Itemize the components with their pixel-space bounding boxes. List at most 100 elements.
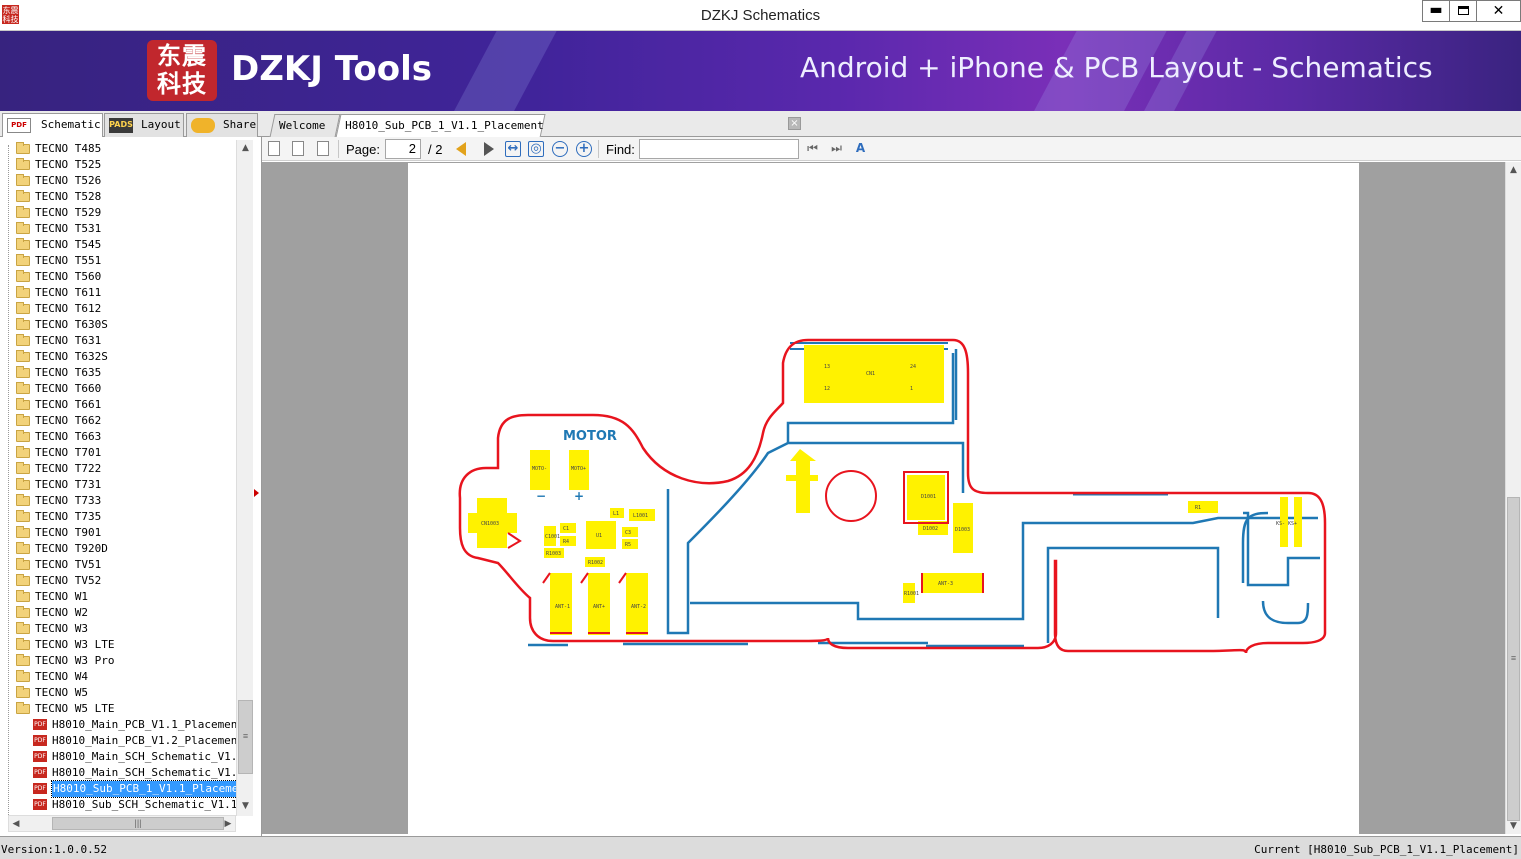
tree-file[interactable]: PDF H8010_Main_SCH_Schematic_V1.2 [0,765,236,781]
tree-folder[interactable]: TECNO T701 [0,445,236,461]
tree-folder[interactable]: TECNO TV52 [0,573,236,589]
tab-close-icon[interactable]: × [788,117,801,130]
tree-folder[interactable]: TECNO T663 [0,429,236,445]
document-viewer[interactable]: MOTOR MOTO- MOTO+ CN1003 U1 ANT-1 ANT+ A… [262,162,1507,834]
tree-folder[interactable]: TECNO W5 LTE [0,701,236,717]
find-input[interactable] [639,139,799,159]
tree-vertical-scrollbar[interactable]: ▲ ≡ ▼ [236,140,253,816]
tree-file[interactable]: PDF H8010_Sub_SCH_Schematic_V1.1 [0,797,236,813]
find-previous-icon[interactable]: ⏮ [804,140,821,157]
tree-folder[interactable]: TECNO T733 [0,493,236,509]
viewer-toolbar: Page: 2 / 2 ↔ ◎ − + Find: ⏮ ⏭ A [262,137,1521,161]
folder-icon [16,398,30,410]
tab-label: Layout [141,118,181,131]
fit-page-icon[interactable]: ◎ [528,141,544,157]
tree-file[interactable]: PDF H8010_Sub_PCB_1_V1.1_Placement [0,780,236,798]
tree-folder[interactable]: TECNO T528 [0,189,236,205]
folder-icon [16,446,30,458]
tree-folder-label: TECNO W1 [35,590,88,603]
folder-icon [16,670,30,682]
single-page-icon[interactable] [268,141,280,156]
tree-folder[interactable]: TECNO T529 [0,205,236,221]
tree-folder[interactable]: TECNO T731 [0,477,236,493]
facing-pages-icon[interactable] [317,141,329,156]
tree-file[interactable]: PDF H8010_Main_PCB_V1.2_Placement [0,733,236,749]
tree-folder[interactable]: TECNO T660 [0,381,236,397]
find-next-icon[interactable]: ⏭ [828,140,845,157]
folder-icon [16,350,30,362]
silk-label: R1003 [546,551,561,557]
continuous-page-icon[interactable] [292,141,304,156]
pdf-icon: PDF [7,118,31,133]
folder-icon [16,622,30,634]
scroll-down-arrow-icon[interactable]: ▼ [1506,818,1521,835]
tree-folder[interactable]: TECNO W3 LTE [0,637,236,653]
tree-folder[interactable]: TECNO W5 [0,685,236,701]
tree-folder[interactable]: TECNO T611 [0,285,236,301]
scroll-left-arrow-icon[interactable]: ◀ [9,816,23,833]
tree-folder-label: TECNO T528 [35,190,102,203]
fit-width-icon[interactable]: ↔ [505,141,521,157]
tree-folder[interactable]: TECNO T545 [0,237,236,253]
zoom-out-icon[interactable]: − [552,141,568,157]
folder-icon [16,158,30,170]
tree-folder[interactable]: TECNO T901 [0,525,236,541]
highlight-text-icon[interactable]: A [852,140,869,157]
tree-folder[interactable]: TECNO T661 [0,397,236,413]
tree-folder[interactable]: TECNO W3 [0,621,236,637]
mount-hole [825,470,877,522]
tree-file[interactable]: PDF H8010_Main_PCB_V1.1_Placement [0,717,236,733]
zoom-in-icon[interactable]: + [576,141,592,157]
silk-label: KS- KS+ [1276,521,1297,527]
maximize-button[interactable] [1449,0,1476,22]
pdf-file-icon: PDF [33,719,47,730]
scroll-down-arrow-icon[interactable]: ▼ [237,798,254,815]
tree-folder[interactable]: TECNO T631 [0,333,236,349]
scroll-thumb[interactable]: ≡ [1507,497,1520,821]
scroll-thumb[interactable]: ||| [52,817,224,830]
tree-folder[interactable]: TECNO T632S [0,349,236,365]
tree-folder-label: TECNO T560 [35,270,102,283]
viewer-vertical-scrollbar[interactable]: ▲ ≡ ▼ [1505,162,1521,834]
folder-icon [16,462,30,474]
tree-folder-label: TECNO T632S [35,350,108,363]
tab-welcome[interactable]: Welcome [269,114,341,137]
tree-folder[interactable]: TECNO T920D [0,541,236,557]
tree-folder[interactable]: TECNO T612 [0,301,236,317]
tree-folder[interactable]: TECNO W3 Pro [0,653,236,669]
tree-folder[interactable]: TECNO T526 [0,173,236,189]
tree-folder[interactable]: TECNO T630S [0,317,236,333]
tab-layout[interactable]: PADS Layout [104,113,184,137]
version-text: Version:1.0.0.52 [1,843,107,856]
tree-folder[interactable]: TECNO T531 [0,221,236,237]
scroll-up-arrow-icon[interactable]: ▲ [1506,162,1521,179]
page-number-input[interactable]: 2 [385,139,421,159]
tree-folder[interactable]: TECNO T551 [0,253,236,269]
close-button[interactable]: ✕ [1476,0,1521,22]
scroll-right-arrow-icon[interactable]: ▶ [221,816,235,833]
minimize-icon: ▬ [1429,2,1443,18]
tree-folder[interactable]: TECNO T735 [0,509,236,525]
previous-page-icon[interactable] [456,142,466,156]
scroll-up-arrow-icon[interactable]: ▲ [237,140,254,157]
tree-file[interactable]: PDF H8010_Main_SCH_Schematic_V1.1 [0,749,236,765]
tree-folder[interactable]: TECNO W4 [0,669,236,685]
tree-folder[interactable]: TECNO T525 [0,157,236,173]
tree-folder[interactable]: TECNO T560 [0,269,236,285]
tree-folder[interactable]: TECNO T485 [0,141,236,157]
minimize-button[interactable]: ▬ [1422,0,1449,22]
tree-folder[interactable]: TECNO W2 [0,605,236,621]
collapse-panel-arrow-icon[interactable] [254,489,259,497]
scroll-thumb[interactable]: ≡ [238,700,253,774]
tab-schematic[interactable]: PDF Schematic [2,113,103,138]
tree-folder[interactable]: TECNO T635 [0,365,236,381]
tab-current-document[interactable]: H8010_Sub_PCB_1_V1.1_Placement [335,114,546,138]
tree-folder[interactable]: TECNO T662 [0,413,236,429]
tree-folder[interactable]: TECNO T722 [0,461,236,477]
find-label: Find: [606,142,635,157]
tree-horizontal-scrollbar[interactable]: ◀ ||| ▶ [8,815,236,832]
next-page-icon[interactable] [484,142,494,156]
tree-folder[interactable]: TECNO W1 [0,589,236,605]
tab-share[interactable]: Share [186,113,258,137]
tree-folder[interactable]: TECNO TV51 [0,557,236,573]
